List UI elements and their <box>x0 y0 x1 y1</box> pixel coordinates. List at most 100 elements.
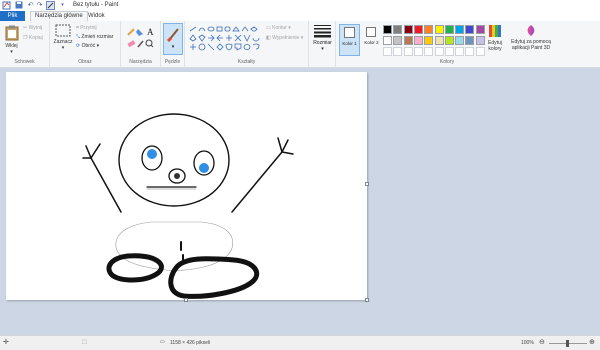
paint3d-icon <box>527 25 535 36</box>
redo-icon[interactable]: ↷ <box>35 1 44 10</box>
custom-color-slot[interactable] <box>465 47 475 56</box>
image-size-icon: ▭ <box>160 339 165 345</box>
palette-swatch[interactable] <box>393 25 403 34</box>
color-picker-icon[interactable] <box>137 40 144 48</box>
paint3d-button[interactable]: Edytuj za pomocą aplikacji Paint 3D <box>508 24 554 51</box>
color2-swatch <box>366 27 376 37</box>
copy-button[interactable]: ❐ Kopiuj <box>23 35 43 42</box>
fill-bucket-icon[interactable] <box>136 29 143 36</box>
undo-icon[interactable]: ↶ <box>26 1 35 10</box>
image-dimensions: 1158 × 426 pikseli <box>170 340 211 346</box>
resize-button[interactable]: ⤡ Zmień rozmiar <box>76 34 113 41</box>
palette-swatch[interactable] <box>383 25 392 34</box>
select-dropdown-icon[interactable]: ▾ <box>53 45 73 51</box>
zoom-slider-thumb[interactable] <box>566 340 569 347</box>
shapes-group-label: Kształty <box>237 59 256 65</box>
right-foot <box>168 256 259 299</box>
group-clipboard: Wklej ▾ ✂ Wytnij ❐ Kopiuj Schowek <box>0 21 50 68</box>
palette-swatch[interactable] <box>434 25 444 34</box>
palette-swatch[interactable] <box>444 36 454 45</box>
zoom-in-button[interactable]: ⊕ <box>589 338 595 346</box>
outline-label: Kontur <box>272 25 287 31</box>
line-size-icon <box>314 25 331 38</box>
snowman-drawing <box>82 113 294 299</box>
zoom-level: 100% <box>521 340 534 346</box>
customize-icon[interactable]: ▾ <box>58 1 67 10</box>
save-icon[interactable] <box>14 1 23 10</box>
color2-button[interactable]: Kolor 2 <box>362 24 381 56</box>
crop-icon: ⌗ <box>76 25 79 31</box>
crop-button[interactable]: ⌗ Przytnij <box>76 25 97 32</box>
pencil-icon[interactable] <box>127 28 135 36</box>
outline-button[interactable]: ▭ Kontur ▾ <box>266 25 291 32</box>
palette-swatch[interactable] <box>434 36 444 45</box>
tab-home[interactable]: Narzędzia główne <box>30 11 88 21</box>
color-wheel-icon <box>489 25 501 37</box>
right-arm <box>231 137 294 213</box>
group-colors: Kolor 1 Kolor 2 Edytuj kolory Edytuj za … <box>336 21 558 68</box>
rotate-icon: ⟳ <box>76 43 81 49</box>
left-arm <box>82 143 122 213</box>
edit-colors-label: Edytuj kolory <box>488 40 502 52</box>
palette-swatch[interactable] <box>403 25 413 34</box>
paste-button[interactable]: Wklej ▾ <box>3 25 20 55</box>
brushes-button[interactable]: ▾ <box>163 23 183 55</box>
ribbon: Wklej ▾ ✂ Wytnij ❐ Kopiuj Schowek Zaznac… <box>0 21 600 68</box>
custom-color-slot[interactable] <box>455 47 465 56</box>
resize-handle-corner[interactable] <box>365 298 369 302</box>
palette-swatch[interactable] <box>455 36 465 45</box>
group-size: Rozmiar ▾ <box>309 21 336 68</box>
ribbon-tabs: Plik Narzędzia główne Widok <box>0 11 600 21</box>
text-icon[interactable]: A <box>147 27 154 37</box>
palette-swatch[interactable] <box>444 25 454 34</box>
resize-handle-right[interactable] <box>365 182 369 186</box>
color1-label: Kolor 1 <box>342 41 357 46</box>
copy-icon: ❐ <box>23 35 28 41</box>
head-circle <box>118 113 230 207</box>
palette-swatch[interactable] <box>465 36 475 45</box>
rotate-button[interactable]: ⟳ Obróć ▾ <box>76 43 99 50</box>
resize-handle-bottom[interactable] <box>184 298 188 302</box>
custom-color-slot[interactable] <box>434 47 444 56</box>
palette-swatch[interactable] <box>383 36 392 45</box>
body-outline <box>115 221 234 271</box>
outline-icon: ▭ <box>266 25 271 31</box>
cut-label: Wytnij <box>28 25 43 31</box>
custom-color-slot[interactable] <box>413 47 423 56</box>
size-dropdown-icon[interactable]: ▾ <box>312 46 333 52</box>
paste-dropdown-icon[interactable]: ▾ <box>3 49 20 55</box>
zoom-out-button[interactable]: ⊖ <box>539 338 545 346</box>
image-group-label: Obraz <box>78 59 92 65</box>
tab-view[interactable]: Widok <box>84 11 109 21</box>
palette-swatch[interactable] <box>424 36 434 45</box>
eraser-icon[interactable] <box>127 40 136 48</box>
paint-brush-quick-icon[interactable] <box>46 1 55 10</box>
custom-color-slot[interactable] <box>393 47 403 56</box>
custom-color-slot[interactable] <box>403 47 413 56</box>
custom-color-slot[interactable] <box>424 47 434 56</box>
palette-swatch[interactable] <box>393 36 403 45</box>
brushes-group-label: Pędzle <box>164 59 181 65</box>
palette-swatch[interactable] <box>403 36 413 45</box>
select-button[interactable]: Zaznacz ▾ <box>53 24 73 51</box>
palette-swatch[interactable] <box>455 25 465 34</box>
clipboard-icon <box>5 25 18 41</box>
shapes-gallery[interactable] <box>188 25 262 53</box>
magnifier-icon[interactable] <box>145 39 154 48</box>
custom-color-slot[interactable] <box>383 47 392 56</box>
tab-file[interactable]: Plik <box>0 11 25 21</box>
edit-colors-button[interactable]: Edytuj kolory <box>484 24 506 52</box>
custom-color-slot[interactable] <box>444 47 454 56</box>
fill-button[interactable]: ◧ Wypełnienie ▾ <box>266 35 303 42</box>
size-button[interactable]: Rozmiar ▾ <box>312 24 333 57</box>
palette-swatch[interactable] <box>413 25 423 34</box>
drawing-canvas[interactable] <box>6 72 369 302</box>
palette-swatch[interactable] <box>413 36 423 45</box>
brushes-dropdown-icon[interactable]: ▾ <box>164 44 182 50</box>
rotate-label: Obróć <box>81 43 96 49</box>
cut-button[interactable]: ✂ Wytnij <box>23 25 42 32</box>
palette-swatch[interactable] <box>465 25 475 34</box>
palette-swatch[interactable] <box>424 25 434 34</box>
color1-button[interactable]: Kolor 1 <box>339 24 360 56</box>
selection-size-icon: ⬚ <box>82 339 87 345</box>
